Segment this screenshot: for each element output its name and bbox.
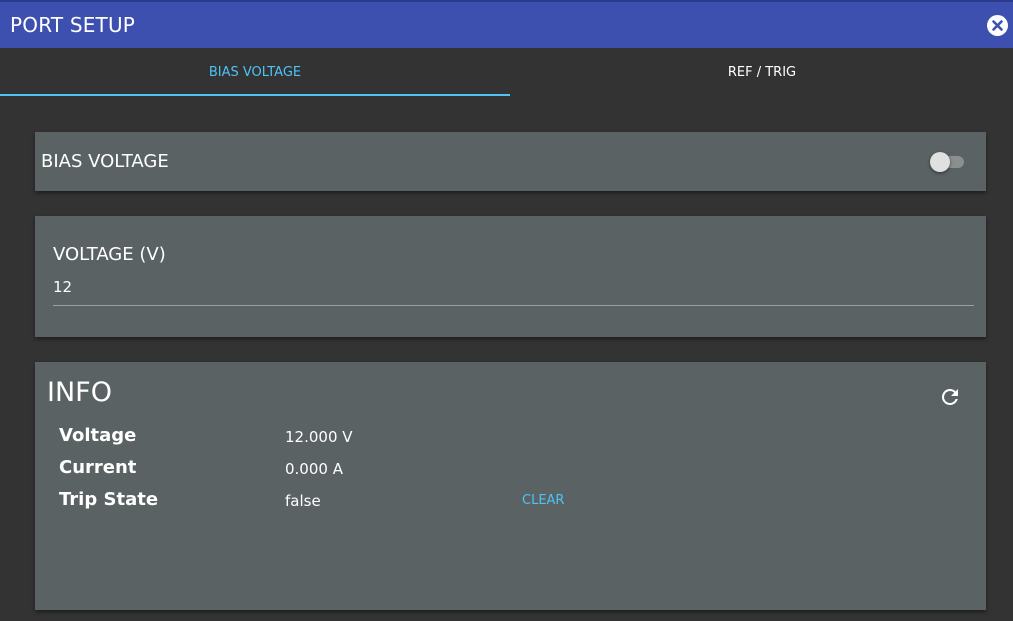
voltage-label: VOLTAGE (V)	[53, 244, 166, 265]
toggle-thumb	[930, 152, 950, 172]
bias-voltage-card: BIAS VOLTAGE	[35, 132, 986, 191]
info-value-voltage: 12.000 V	[285, 428, 353, 446]
voltage-card: VOLTAGE (V)	[35, 216, 986, 337]
bias-voltage-label: BIAS VOLTAGE	[41, 151, 169, 172]
tab-ref-trig[interactable]: REF / TRIG	[511, 48, 1013, 96]
refresh-icon[interactable]	[938, 385, 962, 409]
info-title: INFO	[47, 377, 112, 408]
info-value-current: 0.000 A	[285, 460, 343, 478]
info-card: INFO Voltage 12.000 V Current 0.000 A Tr…	[35, 362, 986, 610]
tab-bias-voltage[interactable]: BIAS VOLTAGE	[0, 48, 510, 96]
info-row-trip-state: Trip State false CLEAR	[59, 489, 959, 513]
close-icon[interactable]	[987, 15, 1008, 36]
title-bar: PORT SETUP	[0, 0, 1013, 48]
info-key-trip-state: Trip State	[59, 489, 159, 510]
active-tab-indicator	[0, 94, 510, 96]
voltage-input[interactable]	[53, 276, 974, 306]
info-key-voltage: Voltage	[59, 425, 137, 446]
info-value-trip-state: false	[285, 492, 321, 510]
info-row-current: Current 0.000 A	[59, 457, 959, 481]
tab-bar: BIAS VOLTAGE REF / TRIG	[0, 48, 1013, 96]
info-row-voltage: Voltage 12.000 V	[59, 425, 959, 449]
clear-button[interactable]: CLEAR	[522, 493, 564, 508]
bias-voltage-toggle[interactable]	[930, 152, 968, 172]
window-title: PORT SETUP	[10, 13, 136, 37]
info-key-current: Current	[59, 457, 137, 478]
